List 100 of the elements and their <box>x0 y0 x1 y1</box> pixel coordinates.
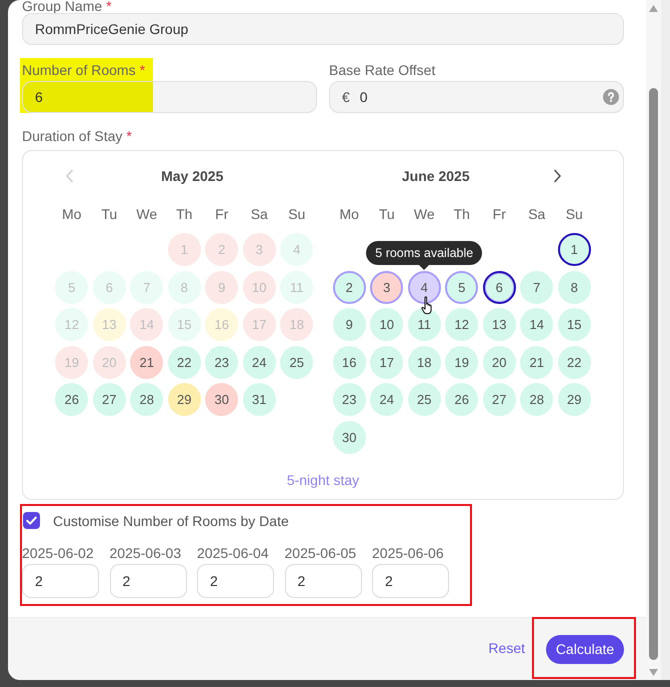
calendar-day[interactable]: 3 <box>370 270 404 304</box>
field-label: Group Name <box>22 0 102 13</box>
rooms-input[interactable]: 2 <box>110 564 186 598</box>
calendar-day[interactable]: 12 <box>445 308 478 342</box>
calendar-day[interactable]: 25 <box>408 383 441 416</box>
date-label: 2025-06-06 <box>372 545 445 561</box>
scroll-down-icon[interactable] <box>649 669 658 676</box>
calendar-day[interactable]: 14 <box>520 308 554 342</box>
date-label: 2025-06-05 <box>284 545 358 561</box>
required-mark: * <box>106 0 112 13</box>
calculate-button[interactable]: Calculate <box>546 634 624 664</box>
checkbox-label: Customise Number of Rooms by Date <box>53 512 289 528</box>
scrollbar[interactable] <box>646 0 661 680</box>
calendar-day[interactable]: 26 <box>55 383 88 416</box>
calendar-day[interactable]: 15 <box>558 308 591 342</box>
tooltip: 5 rooms available <box>366 241 482 270</box>
calendar-day: 10 <box>242 270 276 304</box>
calendar-day: 2 <box>205 233 238 266</box>
calendar-day[interactable]: 9 <box>332 308 366 342</box>
calendar-day[interactable]: 29 <box>558 383 591 416</box>
calendar-day[interactable]: 23 <box>332 383 366 416</box>
calendar-day[interactable]: 22 <box>168 346 201 379</box>
currency-field[interactable]: € 0 <box>329 81 624 113</box>
calendar-day[interactable]: 28 <box>520 383 554 416</box>
calendar-day[interactable]: 20 <box>482 346 516 379</box>
calendar-day[interactable]: 10 <box>370 308 404 342</box>
calendar-day[interactable]: 18 <box>408 346 441 379</box>
calendar-day[interactable]: 30 <box>332 420 366 454</box>
calendar-day[interactable]: 1 <box>558 233 591 266</box>
calendar-day[interactable]: 21 <box>130 346 164 379</box>
rooms-input[interactable]: 2 <box>197 564 274 598</box>
calendar-day[interactable]: 30 <box>205 383 238 416</box>
weekday-label: Sa <box>250 205 269 224</box>
weekday-label: Fr <box>492 205 507 224</box>
chevron-right-icon[interactable] <box>552 169 562 183</box>
calendar-day[interactable]: 21 <box>520 346 554 379</box>
month-title: June 2025 <box>402 168 470 184</box>
calendar-day[interactable]: 8 <box>558 270 591 304</box>
weekday-label: Su <box>564 205 584 224</box>
date-label: 2025-06-04 <box>197 545 270 561</box>
calendar-day: 17 <box>242 308 276 342</box>
rooms-input[interactable]: 2 <box>372 564 449 598</box>
calendar-day[interactable]: 26 <box>445 383 478 416</box>
calendar-day[interactable]: 27 <box>482 383 516 416</box>
calendar-day: 12 <box>55 308 88 342</box>
calendar-day[interactable]: 19 <box>445 346 478 379</box>
calendar-day[interactable]: 24 <box>242 346 276 379</box>
calendar-day[interactable]: 23 <box>205 346 238 379</box>
stay-length-label: 5-night stay <box>286 472 360 488</box>
month-title: May 2025 <box>161 168 224 184</box>
calendar-day: 20 <box>92 346 126 379</box>
scroll-up-icon[interactable] <box>649 5 658 12</box>
calendar-day: 16 <box>205 308 238 342</box>
calendar-day: 7 <box>130 270 164 304</box>
reset-link[interactable]: Reset <box>488 640 525 656</box>
calendar-day[interactable]: 25 <box>280 346 314 379</box>
field-label: Base Rate Offset <box>329 62 436 78</box>
calendar-day: 3 <box>242 233 276 266</box>
required-mark: * <box>126 128 132 144</box>
calendar-day[interactable]: 2 <box>332 270 366 304</box>
calendar-day[interactable]: 13 <box>482 308 516 342</box>
calendar-day: 18 <box>280 308 314 342</box>
help-icon[interactable] <box>603 89 619 105</box>
text-field[interactable]: RommPriceGenie Group <box>22 13 624 45</box>
calendar-day[interactable]: 11 <box>408 308 441 342</box>
weekday-label: Tu <box>100 205 118 224</box>
calendar-day[interactable]: 31 <box>242 383 276 416</box>
field-label: Duration of Stay <box>22 128 122 144</box>
calendar-day[interactable]: 7 <box>520 270 554 304</box>
weekday-label: Su <box>287 205 306 224</box>
checkbox[interactable] <box>23 512 40 529</box>
calendar-day[interactable]: 28 <box>130 383 164 416</box>
calendar-day[interactable]: 16 <box>332 346 366 379</box>
weekday-label: Th <box>175 205 194 224</box>
number-field[interactable]: 6 <box>22 81 317 113</box>
rooms-input[interactable]: 2 <box>284 564 362 598</box>
calendar-day: 11 <box>280 270 314 304</box>
field-label: Number of Rooms <box>22 62 136 78</box>
calendar-day[interactable]: 27 <box>92 383 126 416</box>
calendar-day: 6 <box>92 270 126 304</box>
calendar-day: 5 <box>55 270 88 304</box>
scroll-thumb[interactable] <box>649 88 658 660</box>
calendar-day: 1 <box>168 233 201 266</box>
required-mark: * <box>140 62 146 78</box>
weekday-label: We <box>135 205 158 224</box>
calendar-day[interactable]: 24 <box>370 383 404 416</box>
date-label: 2025-06-03 <box>110 545 182 561</box>
calendar-day[interactable]: 17 <box>370 346 404 379</box>
calendar-day: 15 <box>168 308 201 342</box>
calendar-day[interactable]: 5 <box>445 270 478 304</box>
rooms-input[interactable]: 2 <box>22 564 99 598</box>
calendar-day: 8 <box>168 270 201 304</box>
calendar-day[interactable]: 6 <box>482 270 516 304</box>
calendar-day: 9 <box>205 270 238 304</box>
weekday-label: Sa <box>527 205 546 224</box>
date-label: 2025-06-02 <box>22 545 95 561</box>
calendar-day[interactable]: 22 <box>558 346 591 379</box>
weekday-label: Tu <box>378 205 396 224</box>
calendar-day[interactable]: 4 <box>408 270 441 304</box>
calendar-day[interactable]: 29 <box>168 383 201 416</box>
